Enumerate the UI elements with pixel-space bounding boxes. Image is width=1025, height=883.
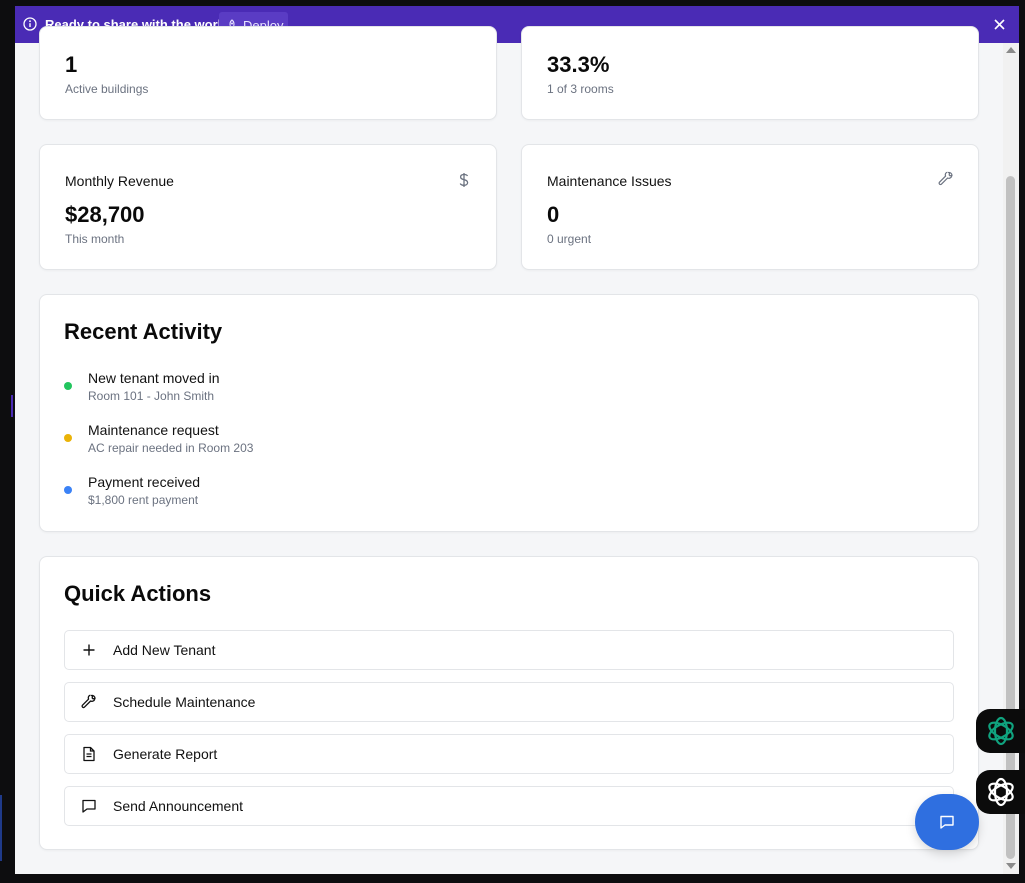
stat-value: 33.3% xyxy=(547,52,610,77)
app-window: Ready to share with the world? Deploy 1 … xyxy=(15,6,1019,874)
close-icon[interactable] xyxy=(993,18,1006,31)
stat-subtitle: Active buildings xyxy=(65,82,149,96)
wrench-icon xyxy=(938,171,953,186)
stat-subtitle: This month xyxy=(65,232,125,246)
generate-report-button[interactable]: Generate Report xyxy=(64,734,954,774)
stat-card-buildings: 1 Active buildings xyxy=(39,26,497,120)
status-dot xyxy=(64,434,72,442)
scroll-up-arrow[interactable] xyxy=(1006,47,1016,53)
activity-title: New tenant moved in xyxy=(88,370,220,386)
stat-card-revenue: Monthly Revenue $28,700 This month xyxy=(39,144,497,270)
chatgpt-icon xyxy=(988,716,1014,746)
chat-bubble-icon xyxy=(940,815,954,829)
stat-card-maintenance: Maintenance Issues 0 0 urgent xyxy=(521,144,979,270)
scrollbar-thumb[interactable] xyxy=(1006,176,1015,859)
message-icon xyxy=(82,799,96,813)
action-label: Schedule Maintenance xyxy=(113,694,256,710)
plus-icon xyxy=(83,644,95,656)
recent-activity-card: Recent Activity New tenant moved in Room… xyxy=(39,294,979,532)
window-edge-accent xyxy=(11,395,13,417)
stat-value: 1 xyxy=(65,52,78,77)
add-tenant-button[interactable]: Add New Tenant xyxy=(64,630,954,670)
quick-actions-card: Quick Actions Add New Tenant Schedule Ma… xyxy=(39,556,979,850)
stat-value: 0 xyxy=(547,202,560,227)
chatgpt-extension-button[interactable] xyxy=(976,709,1025,753)
chat-button[interactable] xyxy=(915,794,979,850)
section-title: Quick Actions xyxy=(64,581,212,606)
action-label: Add New Tenant xyxy=(113,642,216,658)
section-title: Recent Activity xyxy=(64,319,223,344)
activity-title: Payment received xyxy=(88,474,201,490)
stat-title: Maintenance Issues xyxy=(547,173,672,189)
window-edge-accent xyxy=(0,795,2,861)
activity-subtitle: AC repair needed in Room 203 xyxy=(88,441,254,455)
info-icon xyxy=(23,17,37,31)
action-label: Send Announcement xyxy=(113,798,243,814)
wrench-icon xyxy=(81,694,96,709)
dollar-icon xyxy=(459,173,469,187)
stat-subtitle: 0 urgent xyxy=(547,232,592,246)
document-icon xyxy=(83,746,95,762)
status-dot xyxy=(64,382,72,390)
stat-title: Monthly Revenue xyxy=(65,173,174,189)
send-announcement-button[interactable]: Send Announcement xyxy=(64,786,954,826)
stat-subtitle: 1 of 3 rooms xyxy=(547,82,614,96)
activity-subtitle: Room 101 - John Smith xyxy=(88,389,215,403)
stat-card-occupancy: 33.3% 1 of 3 rooms xyxy=(521,26,979,120)
openai-extension-button[interactable] xyxy=(976,770,1025,814)
activity-subtitle: $1,800 rent payment xyxy=(88,493,199,507)
status-dot xyxy=(64,486,72,494)
stat-value: $28,700 xyxy=(65,202,145,227)
action-label: Generate Report xyxy=(113,746,218,762)
scroll-down-arrow[interactable] xyxy=(1006,863,1016,869)
openai-icon xyxy=(988,777,1014,807)
schedule-maintenance-button[interactable]: Schedule Maintenance xyxy=(64,682,954,722)
activity-title: Maintenance request xyxy=(88,422,219,438)
